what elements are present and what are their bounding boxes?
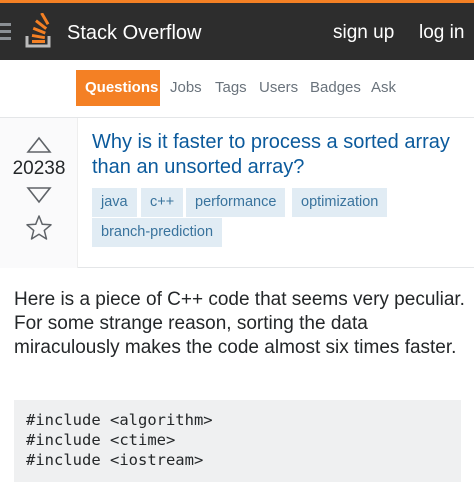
tag-java[interactable]: java bbox=[92, 188, 137, 217]
downvote-arrow-icon[interactable] bbox=[26, 186, 52, 204]
brand-name[interactable]: Stack Overflow bbox=[67, 20, 201, 46]
tab-questions[interactable]: Questions bbox=[76, 70, 160, 106]
question-title[interactable]: Why is it faster to process a sorted arr… bbox=[92, 130, 462, 180]
code-line: #include <iostream> bbox=[26, 451, 204, 469]
top-bar: Stack Overflow sign up log in bbox=[0, 0, 474, 60]
stack-overflow-logo-icon[interactable] bbox=[24, 13, 54, 49]
tab-jobs[interactable]: Jobs bbox=[170, 70, 202, 106]
tag-performance[interactable]: performance bbox=[186, 188, 286, 217]
code-block: #include <algorithm> #include <ctime> #i… bbox=[14, 400, 461, 482]
tag-branch-prediction[interactable]: branch-prediction bbox=[92, 218, 223, 247]
log-in-link[interactable]: log in bbox=[419, 20, 464, 46]
tab-badges[interactable]: Badges bbox=[310, 70, 361, 106]
code-line: #include <algorithm> bbox=[26, 411, 213, 429]
upvote-arrow-icon[interactable] bbox=[26, 136, 52, 154]
favorite-star-icon[interactable] bbox=[25, 214, 53, 242]
code-line: #include <ctime> bbox=[26, 431, 176, 449]
tag-cpp[interactable]: c++ bbox=[141, 188, 184, 217]
tab-tags[interactable]: Tags bbox=[215, 70, 247, 106]
vote-count: 20238 bbox=[12, 158, 66, 179]
menu-icon[interactable] bbox=[0, 23, 11, 41]
tab-ask[interactable]: Ask bbox=[371, 70, 396, 106]
question-body: Here is a piece of C++ code that seems v… bbox=[14, 289, 465, 358]
tab-users[interactable]: Users bbox=[259, 70, 298, 106]
secondary-nav: Questions Jobs Tags Users Badges Ask bbox=[0, 60, 474, 118]
sign-up-link[interactable]: sign up bbox=[333, 20, 394, 46]
vote-column: 20238 bbox=[0, 118, 78, 268]
tag-optimization[interactable]: optimization bbox=[292, 188, 388, 217]
question-header: 20238 Why is it faster to process a sort… bbox=[0, 118, 474, 268]
